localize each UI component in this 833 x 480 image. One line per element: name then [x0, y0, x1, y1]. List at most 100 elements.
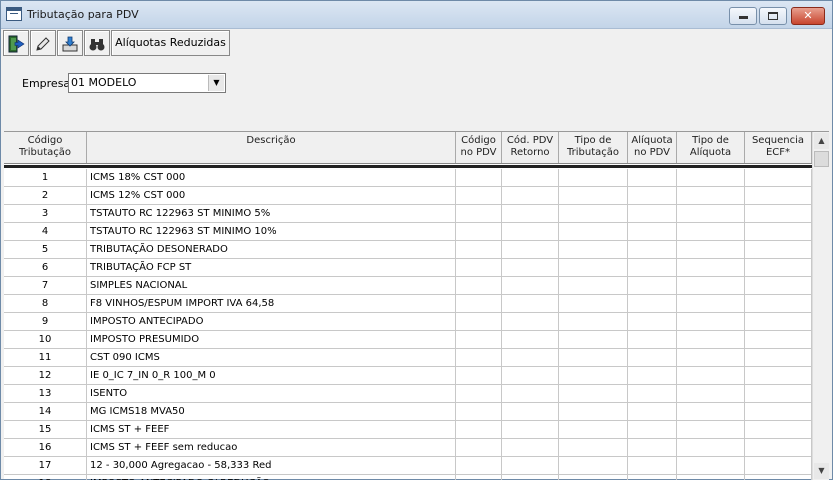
col-aliquota-pdv-cell[interactable]: [628, 349, 677, 366]
col-cod-pdv-retorno-cell[interactable]: [502, 367, 559, 384]
col-aliquota-pdv-cell[interactable]: [628, 313, 677, 330]
col-descricao-cell[interactable]: TRIBUTAÇÃO DESONERADO: [87, 241, 456, 258]
col-cod-pdv-retorno-cell[interactable]: [502, 277, 559, 294]
col-tipo-tributacao-cell[interactable]: [559, 241, 628, 258]
col-aliquota-pdv-cell[interactable]: [628, 475, 677, 480]
col-descricao-cell[interactable]: ICMS ST + FEEF: [87, 421, 456, 438]
col-codigo-pdv-cell[interactable]: [456, 205, 502, 222]
col-codigo-tributacao-cell[interactable]: 9: [4, 313, 87, 330]
col-tipo-tributacao-cell[interactable]: [559, 313, 628, 330]
table-row[interactable]: 16 ICMS ST + FEEF sem reducao: [4, 439, 812, 457]
col-tipo-aliquota-cell[interactable]: [677, 331, 745, 348]
empresa-select[interactable]: 01 MODELO ▼: [68, 73, 226, 93]
col-codigo-tributacao-cell[interactable]: 2: [4, 187, 87, 204]
col-tipo-aliquota-cell[interactable]: [677, 259, 745, 276]
col-codigo-tributacao-cell[interactable]: 6: [4, 259, 87, 276]
aliquotas-reduzidas-button[interactable]: Alíquotas Reduzidas: [111, 30, 230, 56]
table-row[interactable]: 4 TSTAUTO RC 122963 ST MINIMO 10%: [4, 223, 812, 241]
col-codigo-pdv-cell[interactable]: [456, 349, 502, 366]
col-tipo-tributacao-cell[interactable]: [559, 331, 628, 348]
col-tipo-tributacao-cell[interactable]: [559, 295, 628, 312]
col-descricao-cell[interactable]: TSTAUTO RC 122963 ST MINIMO 5%: [87, 205, 456, 222]
col-codigo-tributacao-cell[interactable]: 14: [4, 403, 87, 420]
col-tipo-aliquota-cell[interactable]: [677, 385, 745, 402]
col-cod-pdv-retorno-cell[interactable]: [502, 169, 559, 186]
col-sequencia-ecf-cell[interactable]: [745, 241, 812, 258]
table-row[interactable]: 11 CST 090 ICMS: [4, 349, 812, 367]
table-row[interactable]: 17 12 - 30,000 Agregacao - 58,333 Red: [4, 457, 812, 475]
col-codigo-pdv-cell[interactable]: [456, 259, 502, 276]
col-codigo-pdv-cell[interactable]: [456, 385, 502, 402]
col-codigo-tributacao-cell[interactable]: 13: [4, 385, 87, 402]
col-sequencia-ecf-cell[interactable]: [745, 223, 812, 240]
exit-button[interactable]: [3, 30, 29, 56]
table-row[interactable]: 13 ISENTO: [4, 385, 812, 403]
col-sequencia-ecf-cell[interactable]: [745, 439, 812, 456]
col-codigo-pdv-cell[interactable]: [456, 313, 502, 330]
col-cod-pdv-retorno-cell[interactable]: [502, 439, 559, 456]
col-cod-pdv-retorno-cell[interactable]: [502, 331, 559, 348]
header-col-tipo-tributacao[interactable]: Tipo de Tributação: [559, 132, 628, 163]
col-codigo-tributacao-cell[interactable]: 3: [4, 205, 87, 222]
col-tipo-aliquota-cell[interactable]: [677, 277, 745, 294]
col-tipo-tributacao-cell[interactable]: [559, 349, 628, 366]
col-sequencia-ecf-cell[interactable]: [745, 475, 812, 480]
col-cod-pdv-retorno-cell[interactable]: [502, 241, 559, 258]
col-codigo-pdv-cell[interactable]: [456, 457, 502, 474]
col-descricao-cell[interactable]: IMPOSTO ANTECIPADO: [87, 313, 456, 330]
col-codigo-pdv-cell[interactable]: [456, 439, 502, 456]
edit-button[interactable]: [30, 30, 56, 56]
col-codigo-pdv-cell[interactable]: [456, 367, 502, 384]
col-tipo-tributacao-cell[interactable]: [559, 187, 628, 204]
col-sequencia-ecf-cell[interactable]: [745, 349, 812, 366]
col-aliquota-pdv-cell[interactable]: [628, 457, 677, 474]
col-cod-pdv-retorno-cell[interactable]: [502, 313, 559, 330]
col-cod-pdv-retorno-cell[interactable]: [502, 457, 559, 474]
col-tipo-tributacao-cell[interactable]: [559, 475, 628, 480]
table-row[interactable]: 8 F8 VINHOS/ESPUM IMPORT IVA 64,58: [4, 295, 812, 313]
col-codigo-tributacao-cell[interactable]: 17: [4, 457, 87, 474]
col-descricao-cell[interactable]: CST 090 ICMS: [87, 349, 456, 366]
col-tipo-tributacao-cell[interactable]: [559, 403, 628, 420]
col-descricao-cell[interactable]: SIMPLES NACIONAL: [87, 277, 456, 294]
col-cod-pdv-retorno-cell[interactable]: [502, 403, 559, 420]
col-codigo-pdv-cell[interactable]: [456, 421, 502, 438]
col-tipo-aliquota-cell[interactable]: [677, 457, 745, 474]
table-row[interactable]: 14 MG ICMS18 MVA50: [4, 403, 812, 421]
col-tipo-tributacao-cell[interactable]: [559, 277, 628, 294]
col-aliquota-pdv-cell[interactable]: [628, 403, 677, 420]
col-tipo-aliquota-cell[interactable]: [677, 313, 745, 330]
header-col-codigo-tributacao[interactable]: Código Tributação: [4, 132, 87, 163]
col-sequencia-ecf-cell[interactable]: [745, 457, 812, 474]
col-codigo-tributacao-cell[interactable]: 16: [4, 439, 87, 456]
col-descricao-cell[interactable]: ISENTO: [87, 385, 456, 402]
search-button[interactable]: [84, 30, 110, 56]
col-sequencia-ecf-cell[interactable]: [745, 205, 812, 222]
minimize-button[interactable]: [729, 7, 757, 25]
col-sequencia-ecf-cell[interactable]: [745, 313, 812, 330]
col-tipo-aliquota-cell[interactable]: [677, 475, 745, 480]
col-codigo-tributacao-cell[interactable]: 1: [4, 169, 87, 186]
col-aliquota-pdv-cell[interactable]: [628, 187, 677, 204]
col-tipo-tributacao-cell[interactable]: [559, 169, 628, 186]
col-aliquota-pdv-cell[interactable]: [628, 223, 677, 240]
col-sequencia-ecf-cell[interactable]: [745, 259, 812, 276]
col-aliquota-pdv-cell[interactable]: [628, 439, 677, 456]
col-cod-pdv-retorno-cell[interactable]: [502, 223, 559, 240]
col-codigo-tributacao-cell[interactable]: 18: [4, 475, 87, 480]
col-tipo-tributacao-cell[interactable]: [559, 223, 628, 240]
col-descricao-cell[interactable]: IMPOSTO ANTECIPADO C/ REDUÇÃO: [87, 475, 456, 480]
col-descricao-cell[interactable]: ICMS 12% CST 000: [87, 187, 456, 204]
col-descricao-cell[interactable]: IE 0_IC 7_IN 0_R 100_M 0: [87, 367, 456, 384]
table-row[interactable]: 3 TSTAUTO RC 122963 ST MINIMO 5%: [4, 205, 812, 223]
table-row[interactable]: 6 TRIBUTAÇÃO FCP ST: [4, 259, 812, 277]
col-cod-pdv-retorno-cell[interactable]: [502, 205, 559, 222]
header-col-descricao[interactable]: Descrição: [87, 132, 456, 163]
col-descricao-cell[interactable]: F8 VINHOS/ESPUM IMPORT IVA 64,58: [87, 295, 456, 312]
col-codigo-tributacao-cell[interactable]: 11: [4, 349, 87, 366]
col-descricao-cell[interactable]: 12 - 30,000 Agregacao - 58,333 Red: [87, 457, 456, 474]
col-codigo-pdv-cell[interactable]: [456, 241, 502, 258]
col-tipo-tributacao-cell[interactable]: [559, 205, 628, 222]
col-cod-pdv-retorno-cell[interactable]: [502, 475, 559, 480]
header-col-tipo-aliquota[interactable]: Tipo de Alíquota: [677, 132, 745, 163]
